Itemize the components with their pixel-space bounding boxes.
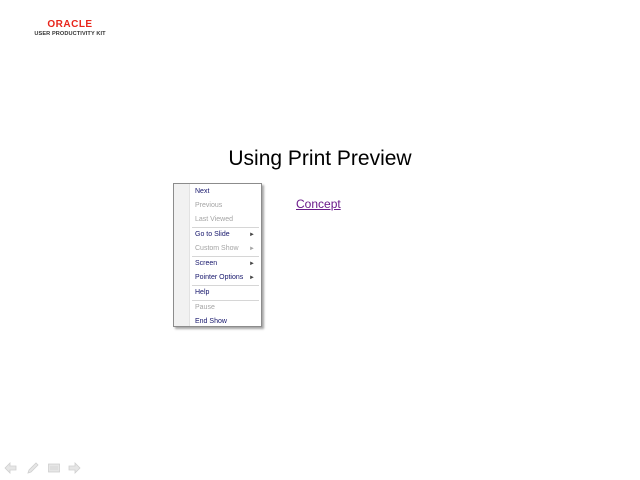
menu-separator <box>192 300 259 301</box>
menu-item-screen[interactable]: Screen ► <box>195 258 257 270</box>
menu-item-label: End Show <box>195 318 227 325</box>
menu-item-label: Help <box>195 289 210 296</box>
menu-item-end-show[interactable]: End Show <box>195 316 257 328</box>
menu-icon-gutter <box>174 184 190 326</box>
oracle-upk-logo: ORACLE USER PRODUCTIVITY KIT <box>30 19 110 38</box>
menu-item-pause: Pause <box>195 302 257 314</box>
menu-item-previous: Previous <box>195 200 257 212</box>
menu-item-next[interactable]: Next <box>195 186 257 198</box>
pen-icon[interactable] <box>26 461 40 474</box>
submenu-arrow-icon: ► <box>249 275 255 281</box>
menu-item-label: Custom Show <box>195 245 239 252</box>
menu-item-label: Next <box>195 188 210 195</box>
menu-separator <box>192 256 259 257</box>
menu-separator <box>192 285 259 286</box>
concept-link[interactable]: Concept <box>296 197 341 211</box>
slide-menu-icon[interactable] <box>47 461 61 473</box>
menu-item-custom-show: Custom Show ► <box>195 243 257 255</box>
menu-item-pointer-options[interactable]: Pointer Options ► <box>195 272 257 284</box>
menu-item-label: Last Viewed <box>195 216 234 223</box>
submenu-arrow-icon: ► <box>249 232 255 238</box>
menu-item-label: Pointer Options <box>195 274 244 281</box>
menu-item-label: Go to Slide <box>195 231 230 238</box>
menu-separator <box>192 227 259 228</box>
previous-arrow-icon[interactable] <box>4 461 18 474</box>
logo-brand: ORACLE <box>47 19 93 30</box>
submenu-arrow-icon: ► <box>249 246 255 252</box>
logo-subtitle: USER PRODUCTIVITY KIT <box>34 31 106 37</box>
menu-item-label: Previous <box>195 202 223 209</box>
menu-item-go-to-slide[interactable]: Go to Slide ► <box>195 229 257 241</box>
slideshow-context-menu: Next Previous Last Viewed Go to Slide ► … <box>173 183 262 327</box>
menu-item-label: Pause <box>195 304 215 311</box>
submenu-arrow-icon: ► <box>249 261 255 267</box>
menu-item-last-viewed: Last Viewed <box>195 214 257 226</box>
slide-title: Using Print Preview <box>228 147 412 170</box>
menu-item-label: Screen <box>195 260 218 267</box>
next-arrow-icon[interactable] <box>67 461 81 474</box>
menu-item-help[interactable]: Help <box>195 287 257 299</box>
